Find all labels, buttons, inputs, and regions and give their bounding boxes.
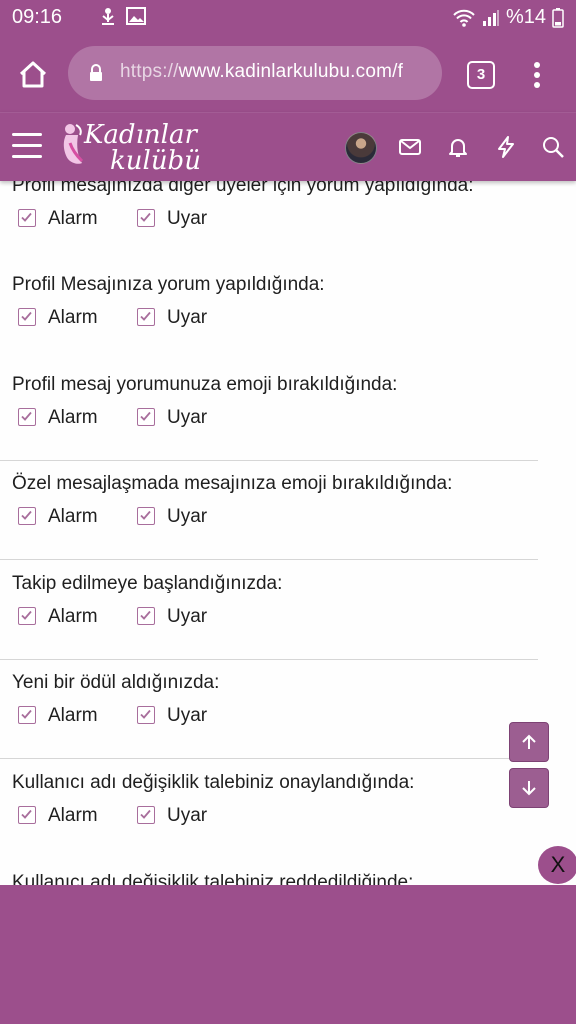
alarm-checkbox[interactable]	[18, 408, 36, 426]
battery-text: %14	[505, 6, 546, 28]
scroll-top-button[interactable]	[509, 722, 549, 762]
divider	[0, 460, 538, 461]
uyar-label: Uyar	[167, 307, 208, 328]
scroll-bottom-button[interactable]	[509, 768, 549, 808]
uyar-checkbox[interactable]	[137, 209, 155, 227]
arrow-down-icon	[522, 781, 536, 796]
wifi-icon	[452, 8, 476, 28]
alarm-checkbox[interactable]	[18, 507, 36, 525]
pref-label: Kullanıcı adı değişiklik talebiniz onayl…	[12, 772, 415, 793]
pref-label: Kullanıcı adı değişiklik talebiniz redde…	[12, 872, 414, 885]
uyar-label: Uyar	[167, 705, 208, 726]
uyar-label: Uyar	[167, 805, 208, 826]
alarm-label: Alarm	[48, 307, 98, 328]
pref-label: Profil mesaj yorumunuza emoji bırakıldığ…	[12, 374, 398, 395]
uyar-checkbox[interactable]	[137, 507, 155, 525]
pref-label: Özel mesajlaşmada mesajınıza emoji bırak…	[12, 473, 453, 494]
url-host: www.kadinlarkulubu.com/f	[178, 61, 404, 82]
tabs-button[interactable]: 3	[467, 61, 495, 89]
image-icon	[126, 6, 146, 28]
uyar-label: Uyar	[167, 506, 208, 527]
url-scheme: https://	[120, 61, 179, 82]
lock-icon	[88, 64, 104, 87]
logo-text-line2: kulübü	[110, 146, 201, 176]
pref-label: Yeni bir ödül aldığınızda:	[12, 672, 220, 693]
alarm-checkbox[interactable]	[18, 308, 36, 326]
mail-icon[interactable]	[398, 135, 422, 159]
alarm-label: Alarm	[48, 506, 98, 527]
search-icon[interactable]	[541, 135, 565, 159]
divider	[0, 758, 538, 759]
divider	[0, 559, 538, 560]
notification-preferences: Profil mesajınızda diğer üyeler için yor…	[0, 180, 576, 885]
site-header: Kadınlar kulübü	[0, 112, 576, 181]
alarm-label: Alarm	[48, 805, 98, 826]
pref-label: Profil mesajınızda diğer üyeler için yor…	[12, 180, 474, 196]
uyar-label: Uyar	[167, 606, 208, 627]
pref-label: Takip edilmeye başlandığınızda:	[12, 573, 283, 594]
divider	[0, 659, 538, 660]
uyar-checkbox[interactable]	[137, 308, 155, 326]
browser-menu-button[interactable]	[530, 58, 544, 92]
status-time: 09:16	[12, 6, 63, 28]
menu-button[interactable]	[12, 133, 42, 159]
alarm-checkbox[interactable]	[18, 209, 36, 227]
alarm-checkbox[interactable]	[18, 706, 36, 724]
uyar-checkbox[interactable]	[137, 607, 155, 625]
uyar-checkbox[interactable]	[137, 706, 155, 724]
url-text: https://www.kadinlarkulubu.com/f	[120, 61, 403, 83]
uyar-checkbox[interactable]	[137, 408, 155, 426]
browser-toolbar: https://www.kadinlarkulubu.com/f 3	[0, 36, 576, 112]
alarm-label: Alarm	[48, 407, 98, 428]
alarm-label: Alarm	[48, 606, 98, 627]
arrow-up-icon	[522, 734, 536, 749]
home-icon	[19, 61, 47, 88]
alarm-checkbox[interactable]	[18, 607, 36, 625]
alarm-label: Alarm	[48, 208, 98, 229]
more-vert-icon	[534, 62, 540, 88]
usb-icon	[98, 6, 118, 28]
close-ad-button[interactable]: X	[538, 846, 576, 884]
signal-icon	[482, 9, 500, 27]
avatar[interactable]	[345, 132, 377, 164]
uyar-checkbox[interactable]	[137, 806, 155, 824]
pref-label: Profil Mesajınıza yorum yapıldığında:	[12, 274, 325, 295]
alarm-label: Alarm	[48, 705, 98, 726]
home-button[interactable]	[16, 58, 50, 92]
alarm-checkbox[interactable]	[18, 806, 36, 824]
uyar-label: Uyar	[167, 208, 208, 229]
uyar-label: Uyar	[167, 407, 208, 428]
status-bar: 09:16 %14	[0, 0, 576, 36]
url-bar[interactable]: https://www.kadinlarkulubu.com/f	[68, 46, 442, 100]
bolt-icon[interactable]	[494, 135, 518, 159]
battery-icon	[552, 7, 564, 28]
site-logo[interactable]: Kadınlar kulübü	[58, 117, 208, 177]
bell-icon[interactable]	[446, 135, 470, 159]
